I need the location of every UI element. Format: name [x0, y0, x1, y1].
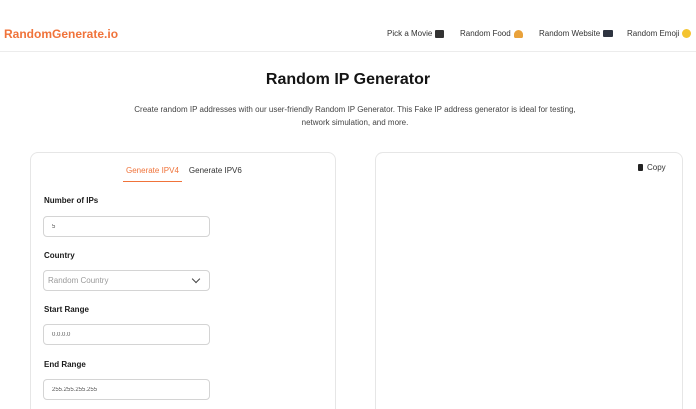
nav-link-label: Random Food: [460, 29, 511, 38]
smiley-icon: [682, 29, 692, 38]
burger-icon: [513, 29, 523, 38]
page-title: Random IP Generator: [265, 71, 431, 88]
page-description: Create random IP addresses with our user…: [134, 105, 576, 127]
laptop-icon: [603, 30, 614, 37]
end-range-label: End Range: [44, 360, 86, 369]
nav-link-label: Random Website: [539, 29, 601, 38]
nav-link-random-emoji[interactable]: Random Emoji: [627, 29, 692, 38]
copy-label: Copy: [647, 163, 666, 172]
copy-icon: [638, 164, 643, 171]
tab-generate-ipv4[interactable]: Generate IPV4: [123, 166, 182, 182]
start-range-label: Start Range: [44, 305, 89, 314]
tab-generate-ipv6[interactable]: Generate IPV6: [186, 166, 245, 182]
brand-logo[interactable]: RandomGenerate.io: [4, 27, 118, 41]
number-of-ips-label: Number of IPs: [44, 196, 99, 205]
number-of-ips-input[interactable]: [43, 216, 210, 237]
copy-button[interactable]: Copy: [638, 163, 666, 172]
start-range-input[interactable]: [43, 324, 210, 345]
country-label: Country: [44, 251, 75, 260]
country-select-value: Random Country: [48, 276, 109, 285]
chevron-down-icon: [191, 274, 201, 284]
end-range-input[interactable]: [43, 379, 210, 400]
ip-version-tabs: Generate IPV4 Generate IPV6: [123, 166, 245, 182]
country-select[interactable]: Random Country: [43, 270, 210, 291]
nav-link-label: Pick a Movie: [387, 29, 433, 38]
nav-link-random-website[interactable]: Random Website: [539, 29, 614, 38]
nav-link-label: Random Emoji: [627, 29, 680, 38]
output-card: [375, 152, 683, 409]
clapperboard-icon: [435, 29, 445, 38]
nav-link-pick-a-movie[interactable]: Pick a Movie: [387, 29, 445, 38]
nav-link-random-food[interactable]: Random Food: [460, 29, 523, 38]
top-navbar: RandomGenerate.io Pick a Movie Random Fo…: [0, 0, 696, 52]
